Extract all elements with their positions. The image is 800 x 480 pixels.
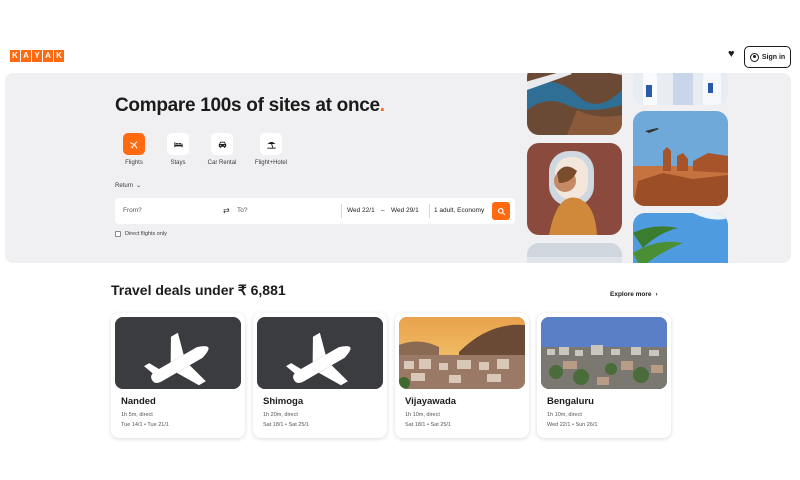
logo-letter: K (10, 50, 20, 62)
page-title: Compare 100s of sites at once. (115, 95, 385, 117)
hero-photo-window-child (527, 143, 622, 235)
deal-return: Sun 26/1 (575, 422, 598, 428)
deal-card[interactable]: Shimoga 1h 20m, direct Sat 18/1 • Sat 25… (253, 313, 387, 438)
tab-label: Stays (170, 160, 186, 166)
deals-list: Nanded 1h 5m, direct Tue 14/1 • Tue 21/1… (111, 313, 671, 438)
deal-dates: Tue 14/1 • Tue 21/1 (121, 422, 169, 428)
swap-icon[interactable]: ⇄ (223, 198, 230, 224)
deal-photo-vijayawada (399, 317, 525, 389)
direct-flights-label: Direct flights only (125, 231, 167, 237)
deal-dates: Sat 18/1 • Sat 25/1 (263, 422, 309, 428)
flight-search-bar: From? ⇄ To? Wed 22/1 – Wed 29/1 1 adult,… (115, 198, 515, 224)
chevron-down-icon: ⌄ (136, 183, 142, 189)
explore-more-link[interactable]: Explore more › (610, 291, 658, 298)
sign-in-button[interactable]: Sign in (744, 46, 791, 68)
tab-label: Flights (125, 160, 143, 166)
heart-icon[interactable]: ♥ (728, 48, 740, 60)
deal-dates: Wed 22/1 • Sun 26/1 (547, 422, 598, 428)
deal-return: Tue 21/1 (147, 422, 169, 428)
deal-depart: Tue 14/1 (121, 422, 143, 428)
deal-image-placeholder (115, 317, 241, 389)
beach-icon (260, 133, 282, 155)
deal-duration: 1h 10m, direct (405, 412, 440, 418)
depart-date-field[interactable]: Wed 22/1 (347, 198, 383, 224)
kayak-logo[interactable]: K A Y A K (10, 50, 64, 62)
travellers-field[interactable]: 1 adult, Economy (434, 198, 492, 224)
plane-icon (115, 317, 241, 389)
deal-return: Sat 25/1 (288, 422, 309, 428)
trip-type-value: Return (115, 182, 134, 189)
destination-placeholder: To? (237, 207, 248, 214)
page: K A Y A K ♥ Sign in Compare 100s of site… (0, 0, 800, 480)
deal-duration: 1h 10m, direct (547, 412, 582, 418)
deal-city: Nanded (121, 396, 156, 407)
search-mode-tabs: Flights Stays Car Rental Flight+Hotel (119, 133, 291, 166)
divider (341, 204, 342, 218)
hero-photo-palm (633, 213, 728, 263)
deal-card[interactable]: Nanded 1h 5m, direct Tue 14/1 • Tue 21/1 (111, 313, 245, 438)
deal-card[interactable]: Bengaluru 1h 10m, direct Wed 22/1 • Sun … (537, 313, 671, 438)
deals-heading: Travel deals under ₹ 6,881 (111, 282, 286, 298)
origin-field[interactable]: From? (123, 198, 213, 224)
plane-icon (123, 133, 145, 155)
return-date-field[interactable]: Wed 29/1 (391, 198, 427, 224)
user-icon (749, 52, 759, 62)
hero-photo-aerial-river (527, 73, 622, 135)
top-header: K A Y A K ♥ Sign in (0, 44, 800, 70)
deal-duration: 1h 20m, direct (263, 412, 298, 418)
deal-depart: Sat 18/1 (263, 422, 284, 428)
deal-dates: Sat 18/1 • Sat 25/1 (405, 422, 451, 428)
deal-city: Shimoga (263, 396, 304, 407)
logo-letter: Y (32, 50, 42, 62)
tab-flights[interactable]: Flights (119, 133, 149, 166)
date-separator: – (381, 207, 385, 214)
origin-placeholder: From? (123, 207, 142, 214)
deal-card[interactable]: Vijayawada 1h 10m, direct Sat 18/1 • Sat… (395, 313, 529, 438)
deal-city: Bengaluru (547, 396, 594, 407)
destination-field[interactable]: To? (237, 198, 337, 224)
checkbox[interactable] (115, 231, 121, 237)
headline-dot: . (379, 95, 385, 116)
deal-depart: Sat 18/1 (405, 422, 426, 428)
sign-in-label: Sign in (761, 53, 786, 61)
tab-flight-hotel[interactable]: Flight+Hotel (251, 133, 291, 166)
deal-city: Vijayawada (405, 396, 457, 407)
tab-label: Flight+Hotel (254, 160, 288, 166)
logo-letter: A (43, 50, 53, 62)
tab-car-rental[interactable]: Car Rental (207, 133, 237, 166)
deal-image-placeholder (257, 317, 383, 389)
headline-text: Compare 100s of sites at once (115, 95, 380, 116)
deal-photo-bengaluru (541, 317, 667, 389)
deal-duration: 1h 5m, direct (121, 412, 153, 418)
hero-photo-partial (527, 243, 622, 263)
direct-flights-checkbox[interactable]: Direct flights only (115, 231, 167, 237)
logo-letter: A (21, 50, 31, 62)
tab-stays[interactable]: Stays (163, 133, 193, 166)
divider (429, 204, 430, 218)
deal-depart: Wed 22/1 (547, 422, 571, 428)
logo-letter: K (54, 50, 64, 62)
bed-icon (167, 133, 189, 155)
plane-icon (257, 317, 383, 389)
trip-type-dropdown[interactable]: Return ⌄ (115, 182, 142, 190)
deal-return: Sat 25/1 (430, 422, 451, 428)
search-button[interactable] (492, 202, 510, 220)
chevron-right-icon: › (655, 291, 658, 298)
car-icon (211, 133, 233, 155)
tab-label: Car Rental (207, 160, 237, 166)
search-icon (497, 207, 505, 215)
hero-photo-desert-rocks (633, 111, 728, 206)
hero-photo-white-houses (633, 73, 728, 105)
explore-more-label: Explore more (610, 291, 652, 298)
hero-search-panel: Compare 100s of sites at once. Flights S… (5, 73, 791, 263)
